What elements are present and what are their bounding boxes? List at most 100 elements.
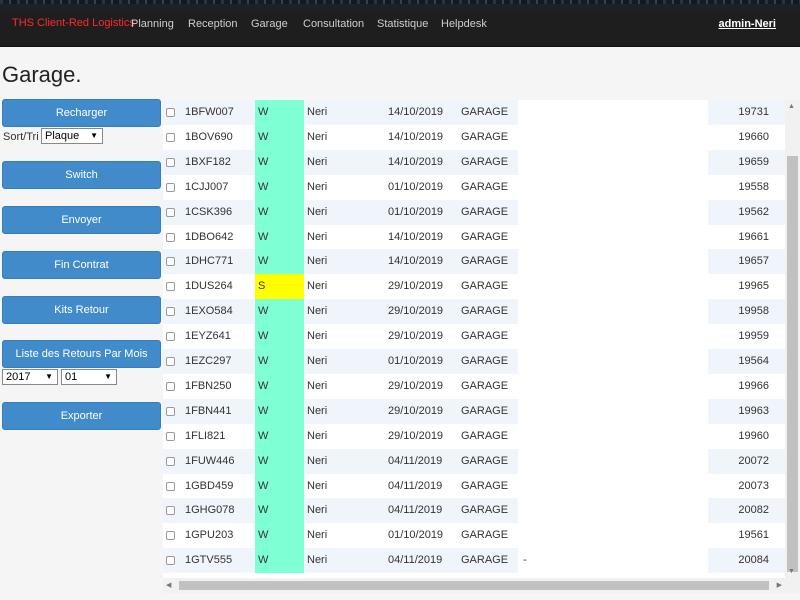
cell-status: GARAGE <box>461 504 509 516</box>
cell-status: GARAGE <box>461 131 509 143</box>
scroll-right-icon[interactable]: ▶ <box>777 581 782 589</box>
row-checkbox[interactable] <box>166 108 175 117</box>
scroll-down-icon[interactable]: ▼ <box>788 568 795 575</box>
year-select[interactable]: 2017 ▼ <box>2 369 58 385</box>
table-row[interactable]: 1FUW446 W Neri 04/11/2019 GARAGE 20072 <box>163 449 785 474</box>
table-row[interactable]: 1DUS264 S Neri 29/10/2019 GARAGE 19965 <box>163 274 785 299</box>
table-row[interactable]: 1GTV555 W Neri 04/11/2019 GARAGE - 20084 <box>163 548 785 573</box>
table-row[interactable]: 1FBN250 W Neri 29/10/2019 GARAGE 19966 <box>163 374 785 399</box>
month-select[interactable]: 01 ▼ <box>61 369 117 385</box>
row-checkbox[interactable] <box>166 257 175 266</box>
note-column-background <box>518 424 708 449</box>
note-column-background <box>518 299 708 324</box>
table-row[interactable]: 1DHC771 W Neri 14/10/2019 GARAGE 19657 <box>163 249 785 274</box>
cell-plate: 1CJJ007 <box>185 181 229 193</box>
cell-plate: 1GPU203 <box>185 529 234 541</box>
brand-link[interactable]: THS Client-Red Logistics <box>12 17 135 29</box>
table-row[interactable]: 1GPU203 W Neri 01/10/2019 GARAGE 19561 <box>163 523 785 548</box>
table-row[interactable]: 1BOV690 W Neri 14/10/2019 GARAGE 19660 <box>163 125 785 150</box>
table-row[interactable]: 1CSK396 W Neri 01/10/2019 GARAGE 19562 <box>163 200 785 225</box>
row-checkbox[interactable] <box>166 556 175 565</box>
table-row[interactable]: 1EXO584 W Neri 29/10/2019 GARAGE 19958 <box>163 299 785 324</box>
cell-id: 19659 <box>738 156 769 168</box>
scroll-up-icon[interactable]: ▲ <box>788 103 795 110</box>
nav-garage[interactable]: Garage <box>251 18 288 30</box>
nav-helpdesk[interactable]: Helpdesk <box>441 18 487 30</box>
vehicle-table: 1BFW007 W Neri 14/10/2019 GARAGE 19731 1BOV690… <box>163 100 785 578</box>
cell-note: - <box>523 554 527 566</box>
cell-id: 19657 <box>738 255 769 267</box>
row-checkbox[interactable] <box>166 457 175 466</box>
reload-button[interactable]: Recharger <box>2 99 161 127</box>
cell-id: 19561 <box>738 529 769 541</box>
cell-id: 19958 <box>738 305 769 317</box>
row-checkbox[interactable] <box>166 531 175 540</box>
row-checkbox[interactable] <box>166 357 175 366</box>
nav-consultation[interactable]: Consultation <box>303 18 364 30</box>
table-row[interactable]: 1FBN441 W Neri 29/10/2019 GARAGE 19963 <box>163 399 785 424</box>
row-checkbox[interactable] <box>166 506 175 515</box>
vertical-scroll-thumb[interactable] <box>787 156 798 572</box>
nav-reception[interactable]: Reception <box>188 18 238 30</box>
cell-plate: 1FBN441 <box>185 405 232 417</box>
horizontal-scroll-thumb[interactable] <box>179 581 769 590</box>
note-column-background <box>518 150 708 175</box>
cell-id: 19731 <box>738 106 769 118</box>
cell-user: Neri <box>307 280 328 292</box>
page-title: Garage. <box>2 62 82 87</box>
cell-code: W <box>258 405 269 417</box>
table-row[interactable]: 1DBO642 W Neri 14/10/2019 GARAGE 19661 <box>163 225 785 250</box>
sort-select[interactable]: Plaque ▼ <box>41 128 103 144</box>
row-checkbox[interactable] <box>166 133 175 142</box>
horizontal-scrollbar[interactable]: ◀ ▶ <box>163 578 800 593</box>
send-button[interactable]: Envoyer <box>2 206 161 234</box>
cell-status: GARAGE <box>461 480 509 492</box>
cell-user: Neri <box>307 330 328 342</box>
row-checkbox[interactable] <box>166 432 175 441</box>
switch-button[interactable]: Switch <box>2 161 161 189</box>
nav-planning[interactable]: Planning <box>131 18 174 30</box>
row-checkbox[interactable] <box>166 407 175 416</box>
user-menu-link[interactable]: admin-Neri <box>719 18 776 30</box>
row-checkbox[interactable] <box>166 307 175 316</box>
monthly-returns-button[interactable]: Liste des Retours Par Mois <box>2 340 161 368</box>
row-checkbox[interactable] <box>166 158 175 167</box>
row-checkbox[interactable] <box>166 332 175 341</box>
note-column-background <box>518 374 708 399</box>
cell-user: Neri <box>307 131 328 143</box>
table-row[interactable]: 1CJJ007 W Neri 01/10/2019 GARAGE 19558 <box>163 175 785 200</box>
cell-date: 04/11/2019 <box>388 554 443 566</box>
table-row[interactable]: 1GHG078 W Neri 04/11/2019 GARAGE 20082 <box>163 498 785 523</box>
cell-plate: 1DHC771 <box>185 255 234 267</box>
scroll-left-icon[interactable]: ◀ <box>166 581 171 589</box>
table-row[interactable]: 1EYZ641 W Neri 29/10/2019 GARAGE 19959 <box>163 324 785 349</box>
cell-date: 14/10/2019 <box>388 106 444 118</box>
row-checkbox[interactable] <box>166 233 175 242</box>
note-column-background <box>518 274 708 299</box>
cell-status: GARAGE <box>461 280 509 292</box>
cell-plate: 1GHG078 <box>185 504 235 516</box>
row-checkbox[interactable] <box>166 382 175 391</box>
row-checkbox[interactable] <box>166 183 175 192</box>
table-row[interactable]: 1FLI821 W Neri 29/10/2019 GARAGE 19960 <box>163 424 785 449</box>
export-button[interactable]: Exporter <box>2 402 161 430</box>
table-row[interactable]: 1BFW007 W Neri 14/10/2019 GARAGE 19731 <box>163 100 785 125</box>
cell-date: 29/10/2019 <box>388 330 444 342</box>
cell-status: GARAGE <box>461 430 509 442</box>
cell-plate: 1FUW446 <box>185 455 235 467</box>
nav-statistique[interactable]: Statistique <box>377 18 428 30</box>
cell-user: Neri <box>307 529 328 541</box>
vertical-scrollbar[interactable]: ▲ ▼ <box>785 100 800 578</box>
table-row[interactable]: 1BXF182 W Neri 14/10/2019 GARAGE 19659 <box>163 150 785 175</box>
kits-return-button[interactable]: Kits Retour <box>2 296 161 324</box>
cell-date: 14/10/2019 <box>388 156 444 168</box>
cell-plate: 1GBD459 <box>185 480 234 492</box>
cell-id: 19564 <box>738 355 769 367</box>
row-checkbox[interactable] <box>166 482 175 491</box>
table-row[interactable]: 1EZC297 W Neri 01/10/2019 GARAGE 19564 <box>163 349 785 374</box>
row-checkbox[interactable] <box>166 208 175 217</box>
end-contract-button[interactable]: Fin Contrat <box>2 251 161 279</box>
cell-status: GARAGE <box>461 305 509 317</box>
table-row[interactable]: 1GBD459 W Neri 04/11/2019 GARAGE 20073 <box>163 474 785 499</box>
row-checkbox[interactable] <box>166 282 175 291</box>
